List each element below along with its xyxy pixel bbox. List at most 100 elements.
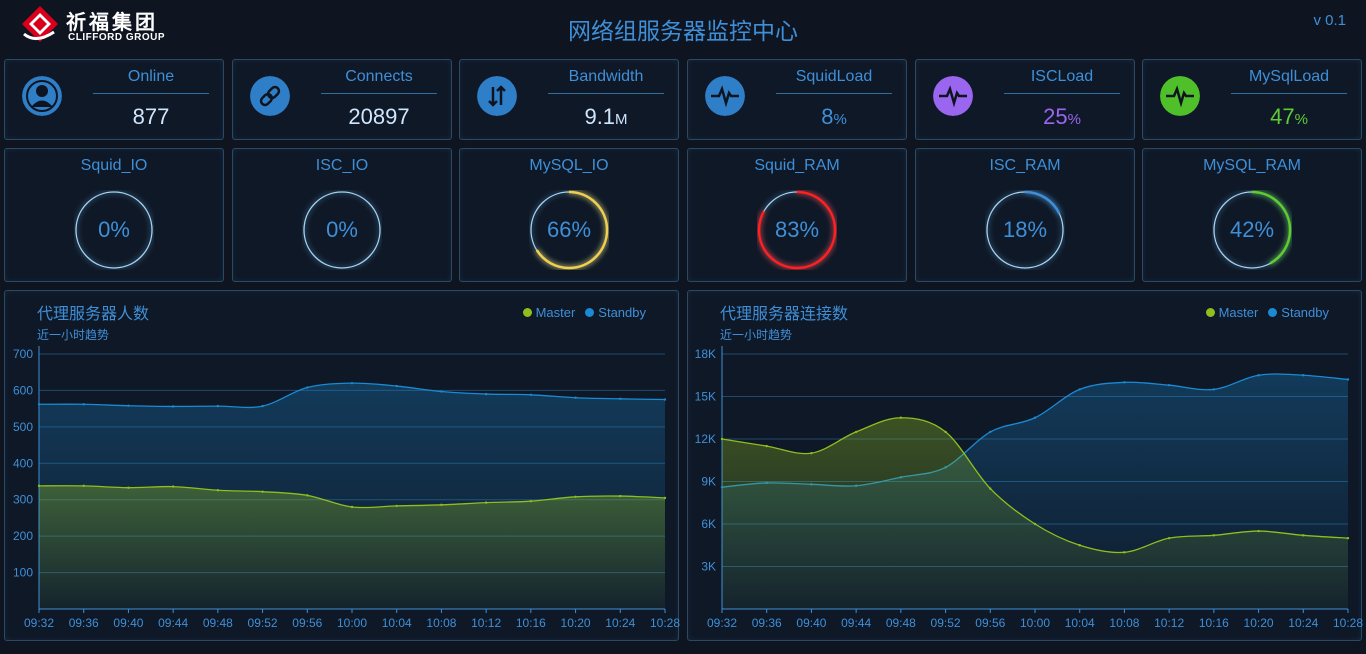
x-tick-label: 09:48 [886, 616, 916, 630]
gauge-card-squid-io: Squid_IO 0% [4, 148, 224, 282]
series-standby-point [350, 381, 354, 385]
x-tick-label: 10:24 [605, 616, 635, 630]
pulse-icon [705, 76, 745, 116]
gauge-ring: 18% [985, 190, 1065, 270]
series-standby-point [395, 384, 398, 388]
x-tick-label: 10:28 [1333, 616, 1363, 630]
gauge-ring: 0% [302, 190, 382, 270]
y-tick-label: 100 [13, 566, 33, 580]
series-standby-point [261, 404, 264, 408]
stat-card-iscload: ISCLoad 25% [915, 59, 1135, 140]
stat-value: 8% [776, 104, 892, 130]
gauge-label: ISC_IO [315, 157, 369, 174]
series-master-point [1167, 536, 1171, 540]
series-master-point [1302, 534, 1305, 537]
gauge-ring: 66% [529, 190, 609, 270]
y-tick-label: 300 [13, 493, 33, 507]
series-master-point [171, 485, 175, 488]
y-tick-label: 500 [13, 420, 33, 434]
gauge-card-isc-ram: ISC_RAM 18% [915, 148, 1135, 282]
x-tick-label: 09:52 [931, 616, 961, 630]
stat-divider [776, 93, 892, 94]
y-tick-label: 600 [13, 383, 33, 397]
x-tick-label: 10:24 [1288, 616, 1318, 630]
series-standby-point [171, 405, 175, 408]
gauge-value: 83% [774, 217, 820, 242]
series-master-point [82, 484, 85, 488]
series-master-point [899, 416, 903, 419]
series-master-point [261, 490, 264, 493]
stat-card-bandwidth: Bandwidth 9.1M [459, 59, 679, 140]
series-standby-point [1123, 381, 1126, 384]
series-master-point [127, 486, 130, 489]
series-master-point [37, 484, 41, 488]
stat-label: MySqlLoad [1248, 68, 1330, 85]
stat-value: 9.1M [548, 104, 664, 130]
stat-value: 20897 [321, 104, 437, 130]
series-standby-point [440, 390, 443, 393]
stat-unit: % [1294, 111, 1308, 128]
series-standby-point [127, 404, 130, 407]
series-standby-point [306, 386, 309, 389]
x-tick-label: 09:44 [158, 616, 188, 630]
series-standby-point [663, 398, 667, 401]
x-tick-label: 09:36 [69, 616, 99, 630]
series-master-point [574, 495, 577, 498]
stat-number: 25 [1043, 104, 1068, 129]
gauge-card-squid-ram: Squid_RAM 83% [687, 148, 907, 282]
series-master-point [810, 451, 813, 455]
series-standby-point [216, 404, 220, 408]
gauge-value: 66% [546, 217, 592, 242]
series-standby-point [1167, 383, 1171, 387]
x-tick-label: 09:36 [752, 616, 782, 630]
link-icon [250, 76, 290, 116]
x-tick-label: 10:20 [1244, 616, 1274, 630]
stat-unit: M [615, 111, 628, 128]
series-master-point [1123, 551, 1126, 554]
y-tick-label: 12K [695, 432, 716, 446]
series-master-point [350, 505, 354, 509]
stat-card-connects: Connects 20897 [232, 59, 452, 140]
x-tick-label: 10:00 [1020, 616, 1050, 630]
online-users-chart-panel: 代理服务器人数 近一小时趋势 Master Standby 100 200 300 4… [4, 290, 680, 641]
series-standby-point [529, 393, 533, 396]
page-title: 网络组服务器监控中心 [568, 18, 798, 44]
gauge-label: ISC_RAM [989, 157, 1061, 174]
stat-number: 47 [1270, 104, 1295, 129]
x-tick-label: 10:12 [1154, 616, 1184, 630]
stat-value: 877 [93, 104, 209, 130]
gauge-label: MySQL_IO [529, 157, 609, 174]
series-master-point [765, 444, 768, 448]
gauge-ring: 42% [1212, 190, 1292, 270]
gauge-label: Squid_RAM [754, 157, 840, 174]
version-label: v 0.1 [1313, 12, 1346, 29]
x-tick-label: 10:04 [382, 616, 412, 630]
stat-card-online: Online 877 [4, 59, 224, 140]
series-master-point [1212, 534, 1216, 537]
gauge-label: MySQL_RAM [1203, 157, 1301, 174]
series-standby-point [37, 403, 41, 406]
series-standby-point [1212, 388, 1216, 391]
connections-chart-panel: 代理服务器连接数 近一小时趋势 Master Standby 3K 6K 9K 12K… [687, 290, 1363, 641]
online-users-area-chart: 100 200 300 400 500 600 700 09:32 09:36 09:40 09:4… [13, 346, 680, 630]
x-tick-label: 10:00 [337, 616, 367, 630]
gauge-ring: 83% [757, 190, 837, 270]
series-master-point [216, 489, 220, 492]
stat-divider [1004, 93, 1120, 94]
gauge-value: 0% [98, 217, 130, 242]
x-tick-label: 09:56 [292, 616, 322, 630]
pulse-icon [1160, 76, 1200, 116]
transfer-icon [477, 76, 517, 116]
stat-card-mysqlload: MySqlLoad 47% [1142, 59, 1362, 140]
stat-number: 20897 [348, 104, 410, 129]
series-master-point [484, 501, 488, 504]
stat-number: 8 [821, 104, 834, 129]
series-master-point [1257, 529, 1260, 533]
series-standby-point [1033, 416, 1037, 419]
series-standby-point [484, 392, 488, 396]
stat-unit: % [833, 111, 847, 128]
y-tick-label: 18K [695, 347, 716, 361]
x-tick-label: 10:20 [561, 616, 591, 630]
x-tick-label: 09:44 [841, 616, 871, 630]
series-standby-point [82, 403, 85, 406]
